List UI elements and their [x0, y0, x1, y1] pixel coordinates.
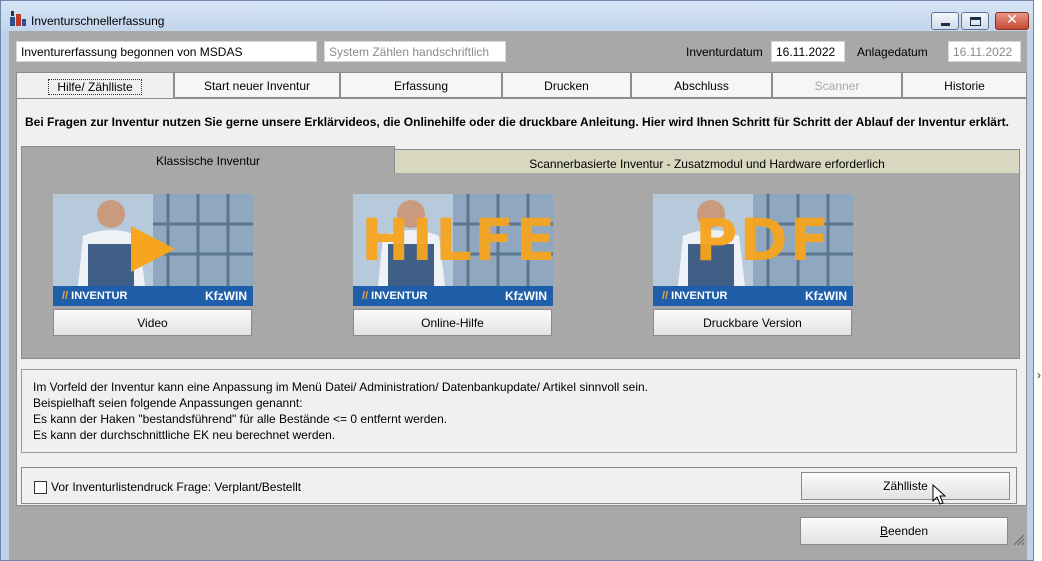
- close-icon: ✕: [1006, 12, 1018, 28]
- inventory-date-label: Inventurdatum: [686, 45, 763, 59]
- mouse-pointer-icon: [932, 484, 946, 505]
- tab-label: Hilfe/ Zählliste: [48, 79, 142, 95]
- inventory-date-field[interactable]: 16.11.2022: [771, 41, 845, 62]
- subtab-label: Klassische Inventur: [155, 154, 261, 168]
- minimize-icon: [941, 23, 950, 26]
- tab-scanner: Scanner: [772, 72, 902, 98]
- pdf-overlay-text: PDF: [695, 206, 832, 274]
- kfzwin-logo: KfzWIN: [505, 289, 547, 303]
- help-overlay-text: HILFE: [361, 206, 553, 274]
- ask-planned-ordered-label[interactable]: Vor Inventurlistendruck Frage: Verplant/…: [51, 480, 301, 494]
- close-button[interactable]: ✕: [995, 12, 1029, 30]
- subtab-classic-inventory[interactable]: Klassische Inventur: [21, 146, 395, 174]
- created-date-field: 16.11.2022: [948, 41, 1021, 62]
- video-thumbnail[interactable]: // INVENTUR KfzWIN: [53, 194, 253, 306]
- maximize-button[interactable]: [961, 12, 989, 30]
- tab-label: Scanner: [814, 79, 860, 93]
- kfzwin-logo: KfzWIN: [805, 289, 847, 303]
- count-list-button[interactable]: Zählliste: [801, 472, 1010, 500]
- tab-label: Erfassung: [393, 79, 449, 93]
- brand-bar: // INVENTUR KfzWIN: [353, 286, 553, 306]
- info-line: Im Vorfeld der Inventur kann eine Anpass…: [33, 380, 649, 394]
- info-box: Im Vorfeld der Inventur kann eine Anpass…: [21, 369, 1017, 453]
- subtab-label: Scannerbasierte Inventur - Zusatzmodul u…: [529, 157, 885, 171]
- started-by-field: Inventurerfassung begonnen von MSDAS: [16, 41, 317, 62]
- tab-history[interactable]: Historie: [902, 72, 1027, 98]
- subtab-scanner-inventory[interactable]: Scannerbasierte Inventur - Zusatzmodul u…: [394, 149, 1020, 175]
- main-window: Inventurschnellerfassung ✕ Inventurerfas…: [0, 0, 1034, 561]
- system-mode-field: System Zählen handschriftlich: [324, 41, 506, 62]
- tab-capture[interactable]: Erfassung: [340, 72, 502, 98]
- brand-bar: // INVENTUR KfzWIN: [653, 286, 853, 306]
- created-date-label: Anlagedatum: [857, 45, 928, 59]
- tab-label: Drucken: [544, 79, 589, 93]
- brand-left: // INVENTUR: [362, 290, 428, 302]
- tab-label: Start neuer Inventur: [203, 79, 311, 93]
- resize-grip-icon[interactable]: [1011, 532, 1025, 546]
- ask-planned-ordered-checkbox[interactable]: [34, 481, 47, 494]
- brand-left-text: INVENTUR: [371, 290, 428, 302]
- minimize-button[interactable]: [931, 12, 959, 30]
- brand-left-text: INVENTUR: [671, 290, 728, 302]
- exit-button-label: Beenden: [879, 524, 929, 538]
- tab-label: Historie: [944, 79, 985, 93]
- tab-help-count-list[interactable]: Hilfe/ Zählliste: [16, 72, 174, 99]
- brand-bar: // INVENTUR KfzWIN: [53, 286, 253, 306]
- maximize-icon: [970, 17, 981, 26]
- title-bar[interactable]: Inventurschnellerfassung ✕: [1, 1, 1033, 31]
- brand-left: // INVENTUR: [62, 290, 128, 302]
- pdf-thumbnail[interactable]: PDF // INVENTUR KfzWIN: [653, 194, 853, 306]
- online-help-button[interactable]: Online-Hilfe: [353, 309, 552, 336]
- video-button[interactable]: Video: [53, 309, 252, 336]
- online-help-thumbnail[interactable]: HILFE // INVENTUR KfzWIN: [353, 194, 553, 306]
- edge-artifact-icon: ›: [1037, 368, 1041, 382]
- info-line: Es kann der Haken "bestandsführend" für …: [33, 412, 448, 426]
- printable-version-button[interactable]: Druckbare Version: [653, 309, 852, 336]
- kfzwin-logo: KfzWIN: [205, 289, 247, 303]
- tab-start-new-inventory[interactable]: Start neuer Inventur: [174, 72, 340, 98]
- play-icon: [131, 226, 175, 272]
- brand-left-text: INVENTUR: [71, 290, 128, 302]
- info-line: Beispielhaft seien folgende Anpassungen …: [33, 396, 303, 410]
- intro-text: Bei Fragen zur Inventur nutzen Sie gerne…: [25, 115, 1009, 129]
- brand-left: // INVENTUR: [662, 290, 728, 302]
- window-title: Inventurschnellerfassung: [31, 14, 165, 28]
- client-area: Inventurerfassung begonnen von MSDAS Sys…: [9, 31, 1027, 560]
- tab-close-out[interactable]: Abschluss: [631, 72, 772, 98]
- tab-label: Abschluss: [674, 79, 729, 93]
- tab-print[interactable]: Drucken: [502, 72, 631, 98]
- exit-button[interactable]: Beenden: [800, 517, 1008, 545]
- app-icon: [10, 11, 26, 26]
- info-line: Es kann der durchschnittliche EK neu ber…: [33, 428, 336, 442]
- options-bar: Vor Inventurlistendruck Frage: Verplant/…: [21, 467, 1017, 504]
